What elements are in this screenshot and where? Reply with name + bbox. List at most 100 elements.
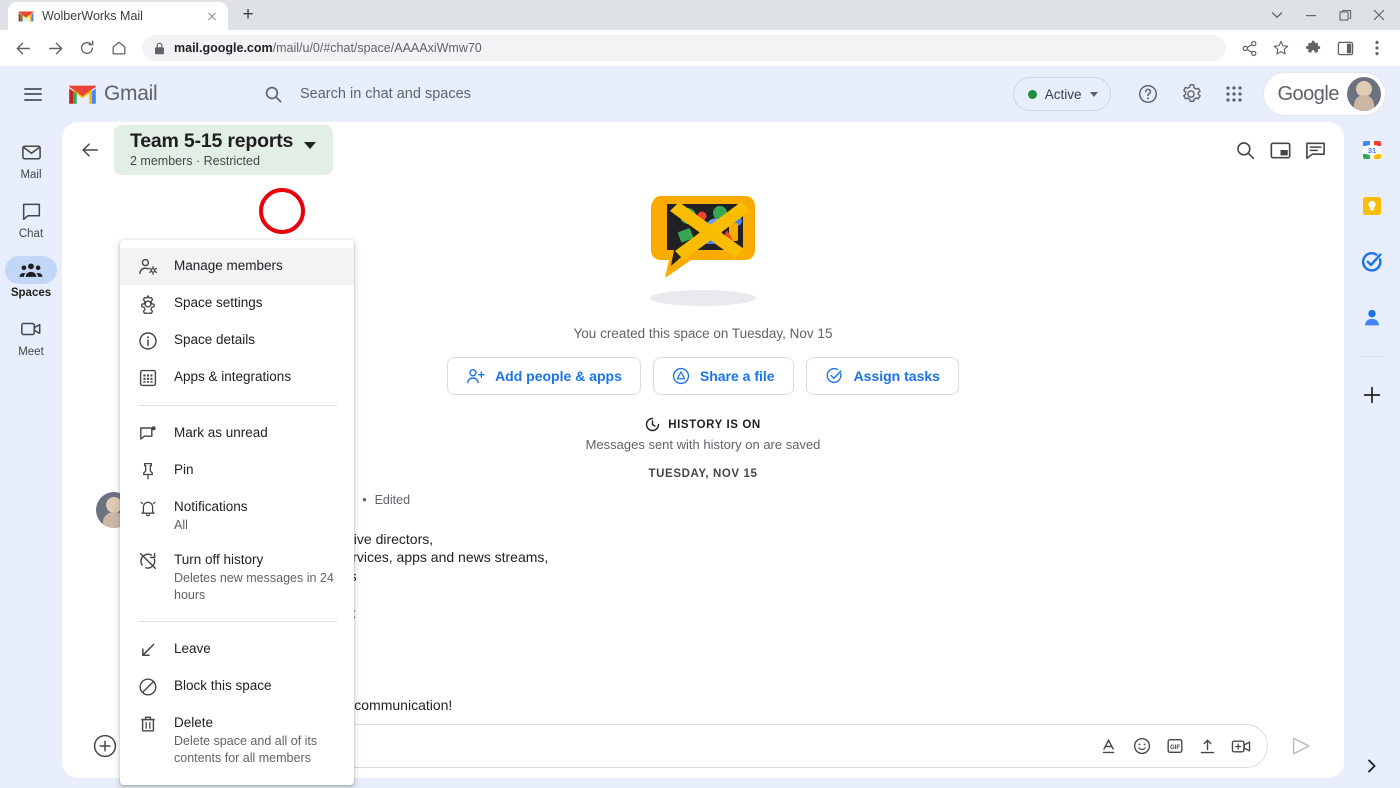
app-header: Gmail Search in chat and spaces Active <box>0 66 1400 122</box>
space-header: Team 5-15 reports 2 members · Restricted <box>62 122 1344 178</box>
sidebar-item-chat[interactable]: Chat <box>3 189 59 244</box>
menu-item-delete[interactable]: Delete Delete space and all of its conte… <box>120 705 354 775</box>
back-icon[interactable] <box>8 33 38 63</box>
menu-item-space-details[interactable]: Space details <box>120 322 354 359</box>
message-edited-flag: Edited <box>375 493 410 507</box>
side-panel-icon[interactable] <box>1330 33 1360 63</box>
sidebar-label-meet: Meet <box>18 346 44 358</box>
menu-item-space-settings[interactable]: Space settings <box>120 285 354 322</box>
status-dot <box>1028 90 1037 99</box>
sidebar-item-mail[interactable]: Mail <box>3 130 59 185</box>
menu-item-manage-members[interactable]: Manage members <box>120 248 354 285</box>
picture-in-picture-icon[interactable] <box>1270 141 1291 160</box>
chevron-down-icon[interactable] <box>1260 0 1294 30</box>
menu-text-leave: Leave <box>174 639 211 658</box>
status-badge[interactable]: Active <box>1013 77 1111 111</box>
spaces-illustration-icon <box>645 190 761 284</box>
trash-icon <box>138 714 158 734</box>
arrow-left-icon[interactable] <box>70 130 110 170</box>
menu-separator <box>138 621 338 622</box>
menu-label: Mark as unread <box>174 423 268 442</box>
share-file-button[interactable]: Share a file <box>653 357 794 395</box>
tasks-icon[interactable] <box>1352 242 1392 282</box>
space-options-menu[interactable]: Manage members Space settings Space deta… <box>120 240 354 785</box>
browser-toolbar: mail.google.com/mail/u/0/#chat/space/AAA… <box>0 30 1400 66</box>
reload-icon[interactable] <box>72 33 102 63</box>
menu-item-pin[interactable]: Pin <box>120 452 354 489</box>
svg-text:GIF: GIF <box>1170 745 1180 751</box>
gear-icon[interactable] <box>1171 74 1211 114</box>
menu-item-notifications[interactable]: Notifications All <box>120 489 354 542</box>
menu-text-turn-off-history: Turn off history Deletes new messages in… <box>174 550 339 604</box>
hamburger-icon[interactable] <box>12 73 54 115</box>
message-separator: • <box>362 493 366 507</box>
apps-grid-icon[interactable] <box>1214 74 1254 114</box>
address-bar[interactable]: mail.google.com/mail/u/0/#chat/space/AAA… <box>142 35 1226 61</box>
assign-tasks-button[interactable]: Assign tasks <box>806 357 959 395</box>
threads-icon[interactable] <box>1305 141 1326 160</box>
send-icon[interactable] <box>1284 729 1318 763</box>
menu-item-mark-as-unread[interactable]: Mark as unread <box>120 415 354 452</box>
gif-icon[interactable]: GIF <box>1166 737 1184 755</box>
task-check-icon <box>825 367 844 385</box>
side-apps-rail: 31 <box>1344 122 1400 788</box>
space-title-button[interactable]: Team 5-15 reports 2 members · Restricted <box>114 125 333 175</box>
sidebar-label-mail: Mail <box>20 169 41 181</box>
calendar-icon[interactable]: 31 <box>1352 130 1392 170</box>
keep-icon[interactable] <box>1352 186 1392 226</box>
window-controls <box>1260 0 1396 30</box>
menu-item-apps-integrations[interactable]: Apps & integrations <box>120 359 354 396</box>
brand-label: Gmail <box>104 82 157 106</box>
plus-icon[interactable] <box>1352 375 1392 415</box>
close-icon[interactable] <box>204 8 220 24</box>
maximize-icon[interactable] <box>1328 0 1362 30</box>
space-title-column: Team 5-15 reports 2 members · Restricted <box>130 130 293 169</box>
gmail-app: Gmail Search in chat and spaces Active <box>0 66 1400 788</box>
avatar[interactable] <box>1347 77 1381 111</box>
help-icon[interactable] <box>1128 74 1168 114</box>
contacts-icon[interactable] <box>1352 298 1392 338</box>
extensions-icon[interactable] <box>1298 33 1328 63</box>
search-icon[interactable] <box>1235 140 1256 161</box>
emoji-icon[interactable] <box>1133 737 1151 755</box>
bookmark-star-icon[interactable] <box>1266 33 1296 63</box>
close-window-icon[interactable] <box>1362 0 1396 30</box>
sidebar-item-spaces[interactable]: Spaces <box>3 248 59 303</box>
menu-text-space-settings: Space settings <box>174 293 263 312</box>
chevron-right-icon[interactable] <box>1365 758 1379 774</box>
sidebar-item-meet[interactable]: Meet <box>3 307 59 362</box>
format-text-icon[interactable] <box>1101 738 1118 755</box>
bell-icon <box>138 498 158 518</box>
add-people-apps-button[interactable]: Add people & apps <box>447 357 641 395</box>
quick-actions: Add people & apps Share a file <box>447 357 959 395</box>
add-person-icon <box>466 368 485 385</box>
gear-icon <box>138 294 158 314</box>
leave-arrow-icon <box>138 640 158 660</box>
sidebar-label-spaces: Spaces <box>11 287 51 299</box>
upload-icon[interactable] <box>1199 738 1216 755</box>
chevron-down-icon[interactable] <box>295 131 325 161</box>
info-circle-icon <box>138 331 158 351</box>
account-chip[interactable]: Google <box>1263 72 1387 116</box>
menu-item-turn-off-history[interactable]: Turn off history Deletes new messages in… <box>120 542 354 612</box>
illustration-shadow <box>650 290 756 306</box>
plus-circle-icon[interactable] <box>88 729 122 763</box>
share-icon[interactable] <box>1234 33 1264 63</box>
forward-icon[interactable] <box>40 33 70 63</box>
menu-item-block-this-space[interactable]: Block this space <box>120 668 354 705</box>
caret-shape <box>304 142 316 149</box>
spaces-people-icon <box>5 256 57 284</box>
url-path: /mail/u/0/#chat/space/AAAAxiWmw70 <box>273 41 482 55</box>
home-icon[interactable] <box>104 33 134 63</box>
overflow-menu-icon[interactable] <box>1362 33 1392 63</box>
minimize-icon[interactable] <box>1294 0 1328 30</box>
menu-label: Block this space <box>174 676 272 695</box>
mark-unread-icon <box>138 424 158 444</box>
new-tab-button[interactable]: + <box>234 1 262 29</box>
video-add-icon[interactable] <box>1231 738 1251 755</box>
search-input[interactable]: Search in chat and spaces <box>248 73 903 115</box>
browser-tab[interactable]: WolberWorks Mail <box>8 2 228 30</box>
menu-item-leave[interactable]: Leave <box>120 631 354 668</box>
menu-label: Turn off history <box>174 550 339 569</box>
gmail-brand[interactable]: Gmail <box>68 82 218 106</box>
